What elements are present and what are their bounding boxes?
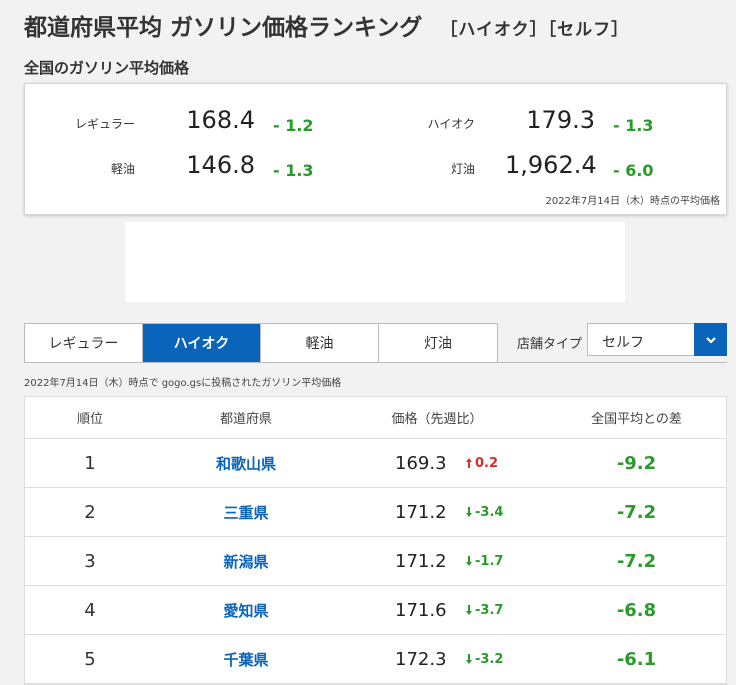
table-row: 2 三重県 171.2 -3.4 -7.2 bbox=[25, 488, 726, 537]
summary-value-premium: 179.3 bbox=[526, 106, 595, 134]
price-change-value: -3.4 bbox=[475, 504, 504, 520]
tab-kerosene[interactable]: 灯油 bbox=[379, 324, 497, 362]
summary-label-kerosene: 灯油 bbox=[450, 162, 475, 176]
price-change-value: -1.7 bbox=[475, 553, 504, 569]
price-value: 171.6 bbox=[395, 599, 447, 621]
rank-number: 3 bbox=[84, 550, 96, 572]
summary-value-regular: 168.4 bbox=[186, 106, 255, 134]
prefecture-link[interactable]: 新潟県 bbox=[223, 551, 268, 572]
header-price: 価格（先週比） bbox=[391, 412, 483, 427]
diff-value: -7.2 bbox=[616, 550, 657, 572]
chevron-down-icon[interactable] bbox=[694, 323, 727, 356]
rank-number: 5 bbox=[84, 648, 96, 670]
rank-number: 4 bbox=[84, 599, 96, 621]
summary-value-kerosene: 1,962.4 bbox=[505, 151, 597, 179]
price-value: 169.3 bbox=[395, 452, 447, 474]
arrow-down-icon bbox=[466, 654, 472, 664]
tab-regular[interactable]: レギュラー bbox=[25, 324, 143, 362]
tab-diesel[interactable]: 軽油 bbox=[261, 324, 379, 362]
table-row: 4 愛知県 171.6 -3.7 -6.8 bbox=[25, 586, 726, 635]
summary-value-diesel: 146.8 bbox=[186, 151, 255, 179]
summary-date-note: 2022年7月14日（木）時点の平均価格 bbox=[545, 196, 720, 207]
store-type-label: 店舗タイプ bbox=[517, 337, 583, 352]
summary-label-premium: ハイオク bbox=[427, 117, 475, 131]
summary-change-premium: - 1.3 bbox=[613, 116, 654, 135]
summary-change-diesel: - 1.3 bbox=[273, 161, 314, 180]
arrow-up-icon bbox=[466, 458, 472, 468]
price-change-value: -3.7 bbox=[475, 602, 504, 618]
prefecture-link[interactable]: 三重県 bbox=[223, 502, 268, 523]
price-change: -1.7 bbox=[465, 554, 503, 569]
summary-label-diesel: 軽油 bbox=[110, 162, 135, 176]
ranking-table: 順位 都道府県 価格（先週比） 全国平均との差 1 和歌山県 169.3 0.2… bbox=[24, 396, 727, 685]
table-row: 3 新潟県 171.2 -1.7 -7.2 bbox=[25, 537, 726, 586]
table-header-row: 順位 都道府県 価格（先週比） 全国平均との差 bbox=[25, 397, 726, 439]
arrow-down-icon bbox=[466, 507, 472, 517]
prefecture-link[interactable]: 和歌山県 bbox=[216, 453, 276, 474]
price-change: 0.2 bbox=[465, 456, 498, 471]
arrow-down-icon bbox=[466, 556, 472, 566]
price-value: 172.3 bbox=[395, 648, 447, 670]
ad-placeholder bbox=[125, 222, 625, 302]
price-change-value: -3.2 bbox=[475, 651, 504, 667]
price-value: 171.2 bbox=[395, 501, 447, 523]
fuel-type-tabs: レギュラー ハイオク 軽油 灯油 bbox=[24, 323, 498, 363]
arrow-down-icon bbox=[466, 605, 472, 615]
table-row: 1 和歌山県 169.3 0.2 -9.2 bbox=[25, 439, 726, 488]
tabs-divider bbox=[497, 362, 727, 363]
price-change: -3.4 bbox=[465, 505, 503, 520]
price-change-value: 0.2 bbox=[475, 455, 499, 471]
header-rank: 順位 bbox=[76, 412, 103, 427]
header-diff: 全国平均との差 bbox=[591, 412, 682, 427]
table-row: 5 千葉県 172.3 -3.2 -6.1 bbox=[25, 635, 726, 684]
page-title-suffix: ［ハイオク］［セルフ］ bbox=[440, 20, 630, 40]
header-prefecture: 都道府県 bbox=[219, 412, 272, 427]
price-change: -3.2 bbox=[465, 652, 503, 667]
page-title-text: 都道府県平均 ガソリン価格ランキング bbox=[24, 15, 423, 41]
price-value: 171.2 bbox=[395, 550, 447, 572]
rank-number: 2 bbox=[84, 501, 96, 523]
diff-value: -6.1 bbox=[616, 648, 657, 670]
diff-value: -7.2 bbox=[616, 501, 657, 523]
prefecture-link[interactable]: 千葉県 bbox=[223, 649, 268, 670]
prefecture-link[interactable]: 愛知県 bbox=[223, 600, 268, 621]
page-title: 都道府県平均 ガソリン価格ランキング ［ハイオク］［セルフ］ bbox=[24, 8, 629, 42]
summary-label-regular: レギュラー bbox=[74, 117, 135, 131]
summary-change-regular: - 1.2 bbox=[273, 116, 314, 135]
diff-value: -6.8 bbox=[616, 599, 657, 621]
price-change: -3.7 bbox=[465, 603, 503, 618]
store-type-value: セルフ bbox=[602, 335, 644, 351]
national-average-card: レギュラー 168.4 - 1.2 ハイオク 179.3 - 1.3 軽油 14… bbox=[24, 83, 727, 215]
diff-value: -9.2 bbox=[616, 452, 657, 474]
store-type-select[interactable]: セルフ bbox=[587, 323, 727, 356]
ranking-date-note: 2022年7月14日（木）時点で gogo.gsに投稿されたガソリン平均価格 bbox=[24, 378, 342, 389]
national-average-heading: 全国のガソリン平均価格 bbox=[24, 59, 190, 77]
tab-premium[interactable]: ハイオク bbox=[143, 324, 261, 362]
summary-change-kerosene: - 6.0 bbox=[613, 161, 654, 180]
rank-number: 1 bbox=[84, 452, 96, 474]
